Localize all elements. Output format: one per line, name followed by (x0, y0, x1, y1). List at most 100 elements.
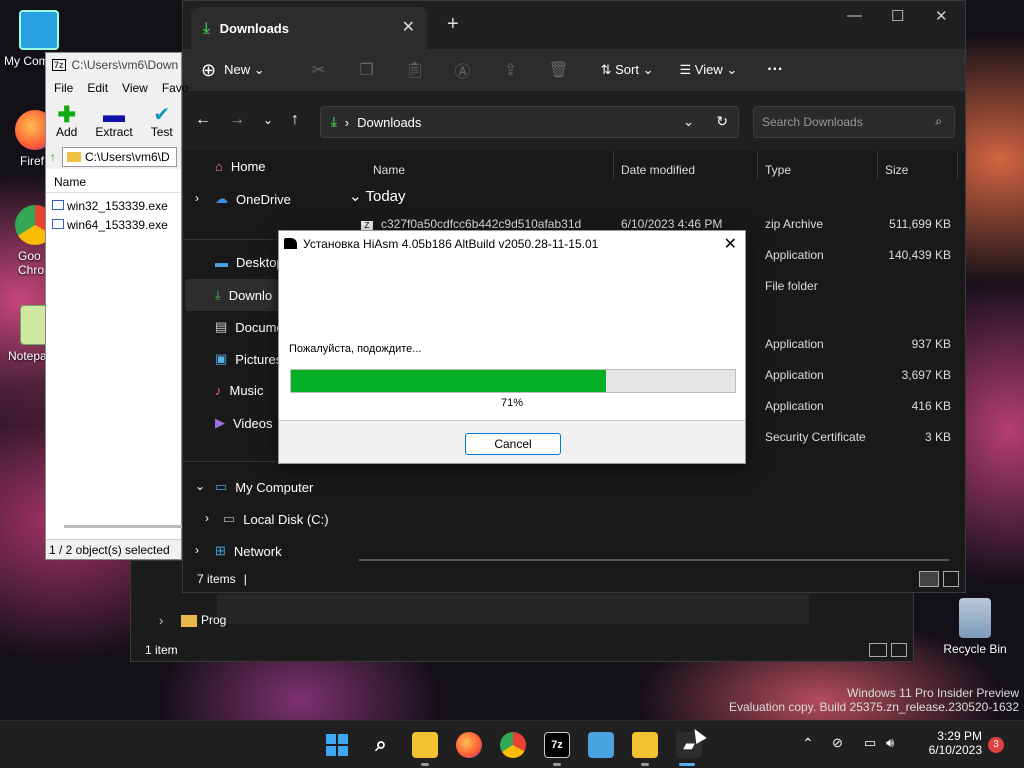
up-folder-icon[interactable]: ↑ (50, 150, 56, 164)
file-size: 511,699 KB (889, 217, 951, 231)
path-input[interactable]: C:\Users\vm6\D (62, 147, 177, 167)
notification-badge[interactable]: 3 (988, 737, 1004, 753)
sort-button[interactable]: ⇅ Sort ⌄ (601, 62, 654, 78)
nav-item-music[interactable]: ♪ Music (215, 383, 263, 398)
chevron-down-icon[interactable]: ⌄ (683, 114, 694, 130)
chevron-right-icon[interactable]: › (159, 613, 163, 628)
cancel-button[interactable]: Cancel (465, 433, 561, 455)
horizontal-scrollbar[interactable] (64, 525, 182, 528)
menu-edit[interactable]: Edit (87, 81, 108, 95)
app-icon (284, 238, 297, 249)
up-arrow-icon[interactable]: ↑ (291, 111, 299, 129)
maximize-button[interactable]: ☐ (891, 7, 904, 25)
column-header-size[interactable]: Size (885, 163, 908, 177)
close-window-button[interactable]: ✕ (935, 7, 948, 25)
nav-item-documents[interactable]: ▤ Docume (215, 319, 284, 335)
desktop-icon-recyclebin[interactable]: Recycle Bin (940, 598, 1010, 656)
column-separator[interactable] (757, 151, 758, 179)
monitor-status-icon[interactable]: ▭ (864, 735, 876, 751)
tiles-view-icon[interactable] (943, 571, 959, 587)
installer-dialog[interactable]: Установка HiAsm 4.05b186 AltBuild v2050.… (278, 230, 746, 464)
menu-favorites[interactable]: Favo (162, 81, 189, 95)
folder-icon (67, 152, 81, 162)
details-view-icon[interactable] (869, 643, 887, 657)
firefox-icon[interactable] (456, 732, 482, 758)
new-button[interactable]: New ⌄ (224, 62, 265, 78)
column-header-type[interactable]: Type (765, 163, 791, 177)
file-name[interactable]: c327f0a50cdfcc6b442c9d510afab31d (381, 217, 581, 231)
network-icon[interactable]: ⊘ (832, 735, 843, 751)
chrome-icon[interactable] (500, 732, 526, 758)
add-label: Add (56, 125, 78, 139)
list-item[interactable]: win64_153339.exe (52, 216, 175, 235)
close-tab-icon[interactable]: ✕ (402, 17, 415, 37)
extract-button[interactable]: ▬ Extract (95, 104, 132, 140)
nav-item-downloads[interactable]: ⤓ Downlo (215, 287, 272, 303)
chevron-right-icon[interactable]: › (205, 511, 209, 525)
horizontal-scrollbar[interactable] (359, 559, 949, 561)
recent-locations-icon[interactable]: ⌄ (263, 113, 273, 127)
column-separator[interactable] (613, 151, 614, 179)
view-button[interactable]: ☰ View ⌄ (680, 62, 738, 78)
tiles-view-icon[interactable] (891, 643, 907, 657)
start-icon[interactable] (324, 732, 350, 758)
add-button[interactable]: ✚ Add (56, 104, 78, 140)
address-bar[interactable]: ⤓ › Downloads ⌄ ↻ (320, 106, 739, 138)
chevron-right-icon[interactable]: › (195, 543, 199, 557)
nav-item-program-files[interactable]: Prog (201, 613, 226, 627)
rename-icon[interactable]: Ⓐ (439, 58, 487, 82)
nav-item-videos[interactable]: ▶ Videos (215, 415, 273, 431)
selection-status: 1 / 2 object(s) selected (49, 543, 170, 557)
more-options-icon[interactable]: ··· (767, 61, 783, 79)
computer-icon: ▭ (215, 479, 228, 494)
paste-icon[interactable]: 📋︎ (391, 60, 439, 80)
nav-item-onedrive[interactable]: ☁ OneDrive (215, 191, 291, 207)
chevron-down-icon[interactable]: ⌄ (195, 479, 205, 493)
column-header-name[interactable]: Name (373, 163, 405, 177)
chevron-up-icon[interactable]: ⌃ (802, 735, 814, 752)
close-icon[interactable]: ✕ (724, 234, 737, 254)
list-item[interactable]: win32_153339.exe (52, 197, 175, 216)
search-icon[interactable]: ⌕ (368, 732, 394, 758)
search-input[interactable]: Search Downloads ⌕ (753, 106, 955, 138)
volume-icon[interactable]: 🔊︎ (886, 735, 894, 751)
breadcrumb-downloads[interactable]: Downloads (357, 115, 421, 130)
new-tab-button[interactable]: + (447, 13, 459, 36)
group-header-today[interactable]: ⌄ Today (349, 187, 406, 205)
details-view-icon[interactable] (919, 571, 939, 587)
chevron-right-icon[interactable]: › (195, 191, 199, 205)
column-separator[interactable] (877, 151, 878, 179)
cut-icon[interactable]: ✂ (295, 60, 343, 80)
column-separator[interactable] (957, 151, 958, 179)
recycle-bin-icon (959, 598, 991, 638)
file-explorer-icon[interactable] (412, 732, 438, 758)
copy-icon[interactable]: ❐ (343, 60, 391, 80)
sevenzip-icon[interactable]: 7z (544, 732, 570, 758)
column-header-name[interactable]: Name (46, 169, 181, 193)
column-header-date[interactable]: Date modified (621, 163, 695, 177)
file-type: File folder (765, 279, 818, 293)
sevenzip-window[interactable]: 7z C:\Users\vm6\Down File Edit View Favo… (45, 52, 189, 560)
refresh-icon[interactable]: ↻ (716, 113, 728, 130)
menu-file[interactable]: File (54, 81, 73, 95)
nav-item-home[interactable]: ⌂ Home (215, 159, 266, 174)
minimize-button[interactable]: — (847, 7, 862, 24)
clock[interactable]: 3:29 PM 6/10/2023 (914, 729, 982, 757)
share-icon[interactable]: ⇪ (487, 60, 535, 80)
nav-item-mycomputer[interactable]: ▭ My Computer (215, 479, 313, 495)
nav-item-desktop[interactable]: ▬ Desktop (215, 255, 284, 270)
test-button[interactable]: ✔ Test (151, 105, 173, 139)
nav-item-localdisk[interactable]: ▭ Local Disk (C:) (223, 511, 329, 527)
watermark-line1: Windows 11 Pro Insider Preview (847, 686, 1019, 700)
menu-view[interactable]: View (122, 81, 148, 95)
file-explorer-alt-icon[interactable] (632, 732, 658, 758)
back-arrow-icon[interactable]: ← (195, 111, 211, 129)
delete-icon[interactable]: 🗑︎ (535, 60, 583, 80)
music-icon: ♪ (215, 383, 222, 398)
nav-item-pictures[interactable]: ▣ Pictures (215, 351, 282, 367)
clock-date: 6/10/2023 (928, 743, 982, 757)
tab-downloads[interactable]: ⤓ Downloads ✕ (191, 7, 427, 49)
nav-item-network[interactable]: ⊞ Network (215, 543, 282, 559)
notepad-icon[interactable] (588, 732, 614, 758)
forward-arrow-icon[interactable]: → (229, 111, 245, 129)
